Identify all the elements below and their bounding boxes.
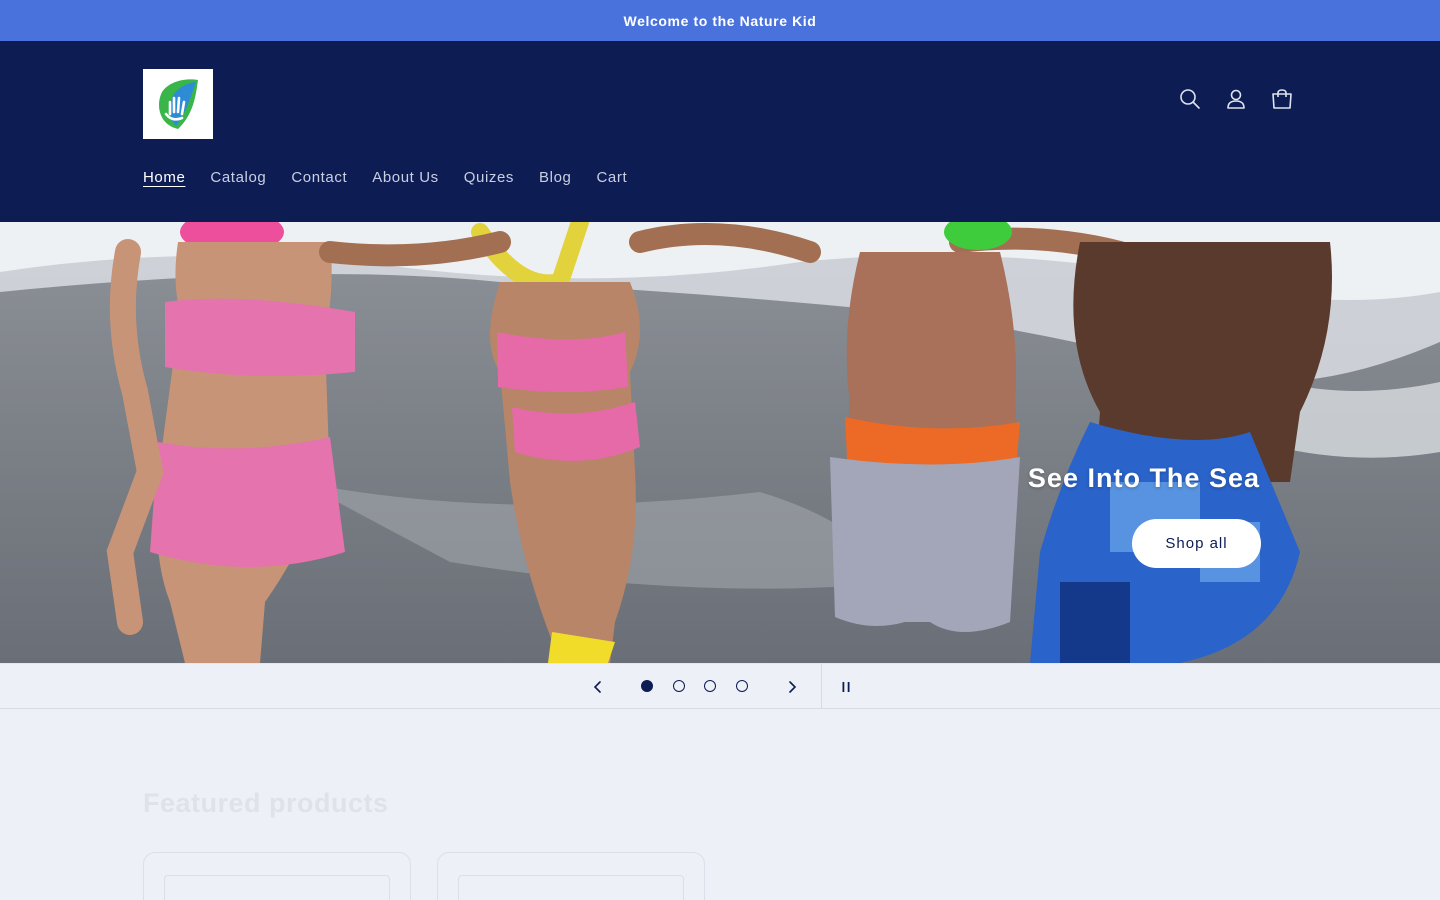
hero-image — [0, 222, 1440, 663]
slide-dot-4[interactable] — [736, 680, 748, 692]
account-icon[interactable] — [1224, 87, 1248, 111]
nav-item-catalog[interactable]: Catalog — [210, 169, 266, 186]
leaf-hand-logo-icon — [159, 79, 198, 129]
announcement-bar: Welcome to the Nature Kid — [0, 0, 1440, 41]
chevron-left-icon[interactable] — [578, 664, 618, 709]
nav-item-about-us[interactable]: About Us — [372, 169, 439, 186]
product-card[interactable] — [437, 852, 705, 900]
hero-title: See Into The Sea — [1027, 463, 1260, 493]
product-card-image — [458, 875, 684, 900]
slider-divider — [821, 664, 822, 709]
slide-dot-3[interactable] — [704, 680, 716, 692]
nav-item-cart[interactable]: Cart — [596, 169, 627, 186]
header-icons — [1178, 87, 1294, 111]
chevron-right-icon[interactable] — [772, 664, 812, 709]
slider-controls — [0, 663, 1440, 709]
search-icon[interactable] — [1178, 87, 1202, 111]
announcement-text: Welcome to the Nature Kid — [623, 12, 817, 29]
cart-icon[interactable] — [1270, 87, 1294, 111]
featured-products-title: Featured products — [143, 788, 389, 818]
nav-item-home[interactable]: Home — [143, 169, 185, 186]
pause-icon[interactable] — [826, 664, 866, 709]
slide-dot-2[interactable] — [673, 680, 685, 692]
logo[interactable] — [143, 69, 213, 139]
shop-all-button[interactable]: Shop all — [1132, 519, 1261, 568]
nav-item-contact[interactable]: Contact — [291, 169, 347, 186]
product-card[interactable] — [143, 852, 411, 900]
site-header: Home Catalog Contact About Us Quizes Blo… — [0, 41, 1440, 222]
nav-item-blog[interactable]: Blog — [539, 169, 571, 186]
nav-item-quizes[interactable]: Quizes — [464, 169, 514, 186]
hero-slideshow: See Into The Sea Shop all — [0, 222, 1440, 663]
product-card-image — [164, 875, 390, 900]
main-nav: Home Catalog Contact About Us Quizes Blo… — [143, 169, 627, 186]
slide-dot-1[interactable] — [641, 680, 653, 692]
